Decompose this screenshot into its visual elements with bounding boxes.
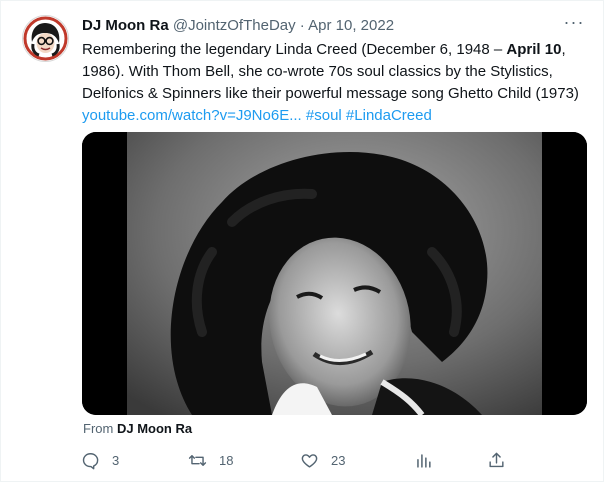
like-button[interactable]: 23 (300, 449, 345, 471)
from-name[interactable]: DJ Moon Ra (117, 421, 192, 436)
analytics-button[interactable] (414, 449, 433, 471)
analytics-icon (417, 453, 431, 468)
tweet-text-bold: April 10 (506, 41, 562, 58)
heart-icon (301, 453, 318, 468)
more-options-button[interactable]: ··· (561, 11, 587, 37)
share-button[interactable] (487, 449, 506, 471)
reply-count: 3 (112, 452, 120, 468)
retweet-button[interactable]: 18 (188, 449, 233, 471)
reply-icon (82, 452, 99, 469)
reply-button[interactable]: 3 (81, 449, 119, 471)
avatar-image (23, 16, 68, 61)
like-count: 23 (331, 452, 346, 468)
tweet-text-part1: Remembering the legendary Linda Creed (D… (82, 41, 507, 58)
tweet-card[interactable]: DJ Moon Ra @JointzOfTheDay · Apr 10, 202… (0, 0, 604, 482)
from-attribution: From DJ Moon Ra (83, 421, 192, 437)
more-horizontal-icon: ··· (563, 12, 585, 32)
from-label: From (83, 421, 114, 436)
tweet-date[interactable]: Apr 10, 2022 (308, 17, 394, 34)
youtube-link[interactable]: youtube.com/watch?v=J9No6E... (82, 107, 302, 124)
share-icon (489, 452, 504, 467)
hashtag-lindacreed[interactable]: #LindaCreed (346, 107, 432, 124)
tweet-text: Remembering the legendary Linda Creed (D… (82, 39, 582, 127)
retweet-icon (188, 454, 207, 466)
retweet-count: 18 (219, 452, 234, 468)
author-handle[interactable]: @JointzOfTheDay (173, 17, 296, 34)
video-thumbnail (82, 132, 587, 415)
tweet-header: DJ Moon Ra @JointzOfTheDay · Apr 10, 202… (82, 16, 583, 36)
header-separator: · (299, 17, 305, 34)
avatar[interactable] (22, 15, 69, 62)
author-name[interactable]: DJ Moon Ra (82, 17, 169, 34)
action-bar: 3 18 23 (81, 449, 511, 471)
hashtag-soul[interactable]: #soul (306, 107, 342, 124)
media-video[interactable] (82, 132, 587, 415)
